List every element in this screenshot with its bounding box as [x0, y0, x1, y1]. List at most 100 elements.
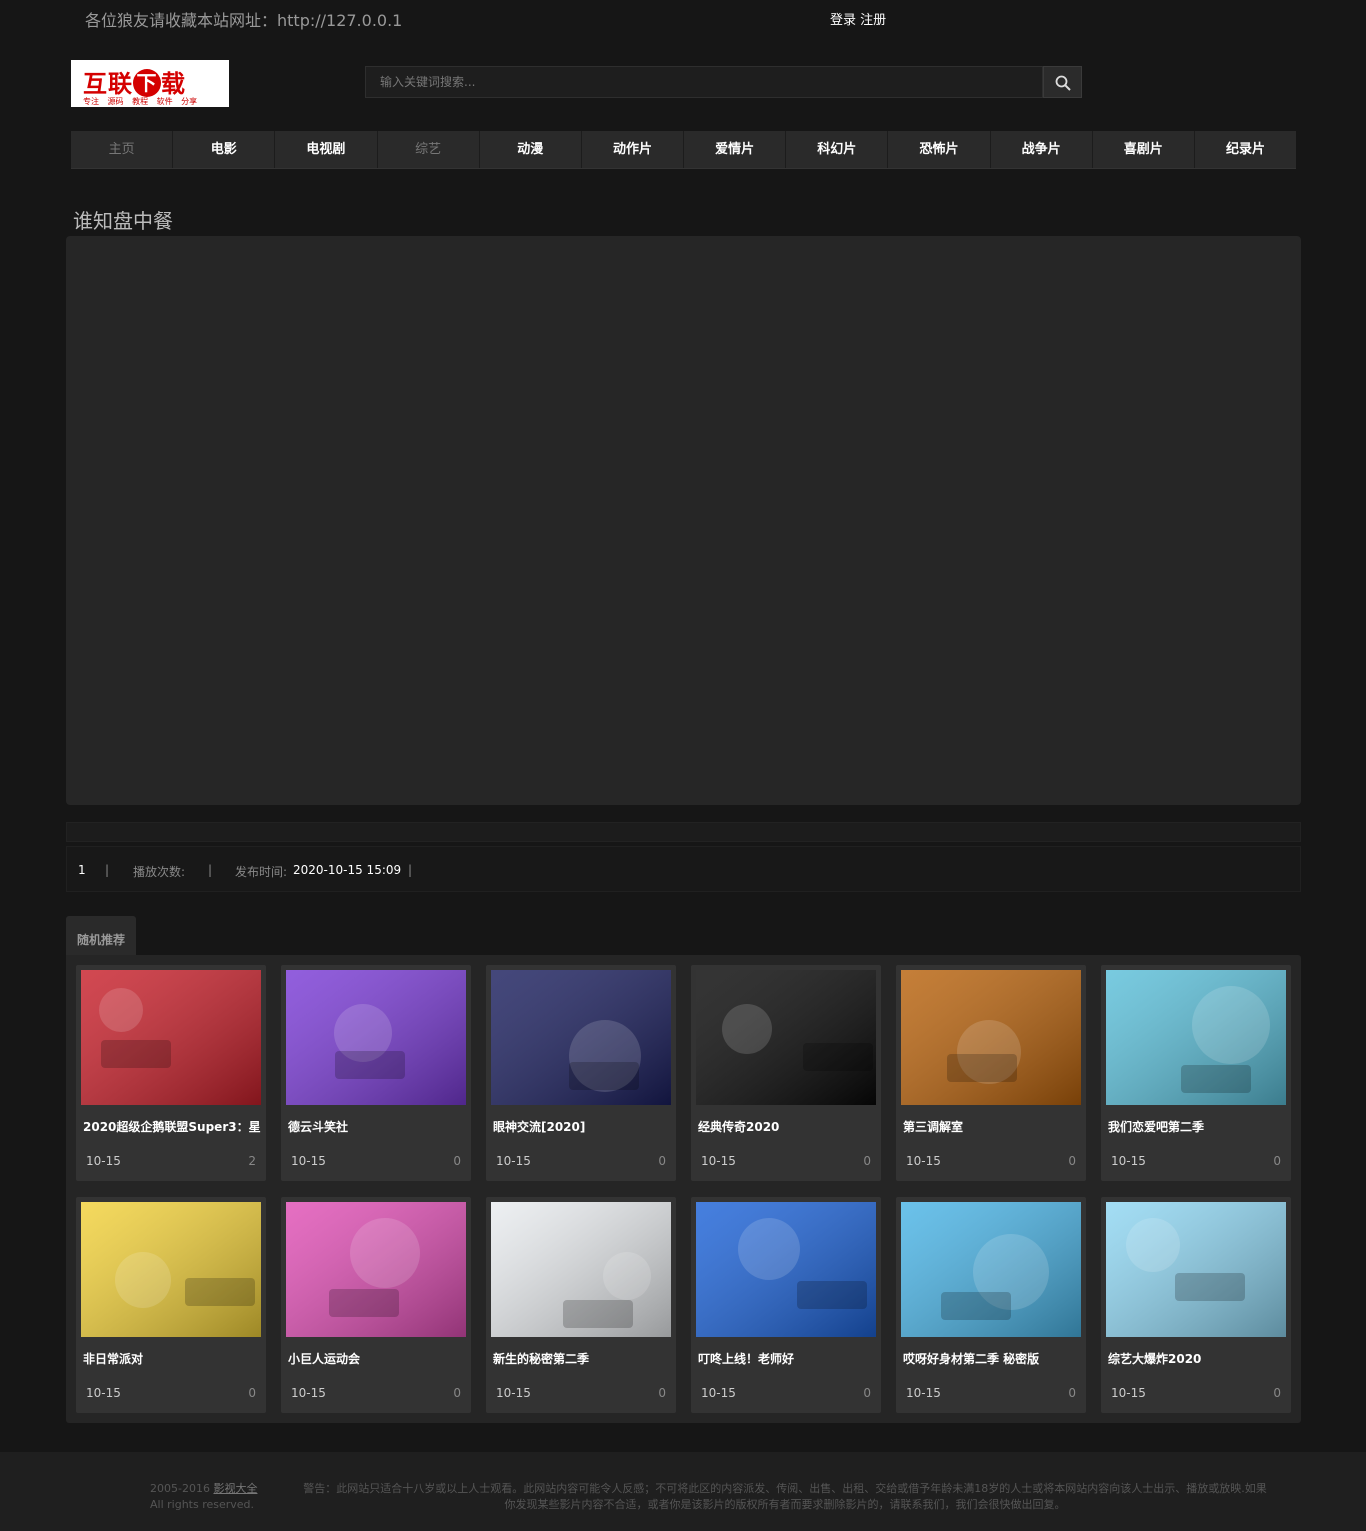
recommend-card[interactable]: 综艺大爆炸2020 10-15 0	[1101, 1197, 1291, 1413]
auth-links: 登录 注册	[830, 9, 886, 28]
register-link[interactable]: 注册	[860, 13, 886, 28]
nav-variety[interactable]: 综艺	[378, 131, 480, 168]
search-bar	[365, 66, 1082, 98]
recommend-card[interactable]: 哎呀好身材第二季 秘密版 10-15 0	[896, 1197, 1086, 1413]
card-title[interactable]: 第三调解室	[903, 1118, 1081, 1135]
card-date: 10-15	[496, 1154, 531, 1168]
recommend-card[interactable]: 第三调解室 10-15 0	[896, 965, 1086, 1181]
recommend-card[interactable]: 经典传奇2020 10-15 0	[691, 965, 881, 1181]
card-title[interactable]: 叮咚上线！老师好	[698, 1350, 876, 1367]
card-date: 10-15	[496, 1386, 531, 1400]
age-warning: 警告：此网站只适合十八岁或以上人士观看。此网站内容可能令人反感；不可将此区的内容…	[303, 1482, 1267, 1511]
site-logo[interactable]: 互联下载 专注 源码 教程 软件 分享	[71, 60, 229, 107]
recommend-card[interactable]: 眼神交流[2020] 10-15 0	[486, 965, 676, 1181]
card-date: 10-15	[86, 1386, 121, 1400]
card-thumbnail[interactable]	[491, 970, 671, 1105]
footer: 2005-2016 影视大全 All rights reserved. 警告：此…	[0, 1452, 1366, 1531]
card-title[interactable]: 德云斗笑社	[288, 1118, 466, 1135]
card-date: 10-15	[1111, 1154, 1146, 1168]
card-thumbnail[interactable]	[286, 1202, 466, 1337]
recommend-card[interactable]: 德云斗笑社 10-15 0	[281, 965, 471, 1181]
recommend-card[interactable]: 非日常派对 10-15 0	[76, 1197, 266, 1413]
recommend-card[interactable]: 叮咚上线！老师好 10-15 0	[691, 1197, 881, 1413]
card-play-count: 0	[248, 1386, 256, 1400]
nav-tv-series[interactable]: 电视剧	[275, 131, 378, 168]
card-thumbnail[interactable]	[696, 970, 876, 1105]
card-play-count: 0	[453, 1154, 461, 1168]
card-date: 10-15	[701, 1154, 736, 1168]
episode-number: 1	[78, 863, 86, 877]
nav-home[interactable]: 主页	[71, 131, 174, 168]
card-date: 10-15	[291, 1154, 326, 1168]
card-play-count: 0	[658, 1386, 666, 1400]
nav-action[interactable]: 动作片	[582, 131, 685, 168]
card-title[interactable]: 2020超级企鹅联盟Super3：星斗	[83, 1118, 261, 1135]
nav-romance[interactable]: 爱情片	[684, 131, 787, 168]
player-controls-bar	[66, 822, 1301, 842]
rights-text: All rights reserved.	[150, 1498, 255, 1511]
publish-time-label: 发布时间:	[235, 865, 288, 879]
publish-time: 2020-10-15 15:09	[293, 863, 402, 877]
card-play-count: 0	[863, 1154, 871, 1168]
card-title[interactable]: 新生的秘密第二季	[493, 1350, 671, 1367]
site-name-link[interactable]: 影视大全	[213, 1482, 257, 1495]
search-button[interactable]	[1043, 66, 1082, 98]
plays-label: 播放次数:	[133, 865, 186, 879]
card-title[interactable]: 经典传奇2020	[698, 1118, 876, 1135]
nav-scifi[interactable]: 科幻片	[786, 131, 889, 168]
recommend-card[interactable]: 新生的秘密第二季 10-15 0	[486, 1197, 676, 1413]
search-icon	[1055, 75, 1071, 91]
search-input[interactable]	[365, 66, 1043, 98]
card-title[interactable]: 综艺大爆炸2020	[1108, 1350, 1286, 1367]
card-title[interactable]: 哎呀好身材第二季 秘密版	[903, 1350, 1081, 1367]
card-play-count: 0	[1273, 1386, 1281, 1400]
card-play-count: 0	[658, 1154, 666, 1168]
logo-tagline: 专注 源码 教程 软件 分享	[83, 97, 198, 106]
card-title[interactable]: 眼神交流[2020]	[493, 1118, 671, 1135]
video-player[interactable]	[66, 236, 1301, 805]
card-play-count: 0	[453, 1386, 461, 1400]
card-thumbnail[interactable]	[901, 970, 1081, 1105]
nav-anime[interactable]: 动漫	[480, 131, 582, 168]
card-date: 10-15	[1111, 1386, 1146, 1400]
card-thumbnail[interactable]	[1106, 970, 1286, 1105]
top-bar: 各位狼友请收藏本站网址：http://127.0.0.1 登录 注册	[0, 0, 1366, 36]
recommend-card[interactable]: 我们恋爱吧第二季 10-15 0	[1101, 965, 1291, 1181]
card-title[interactable]: 非日常派对	[83, 1350, 261, 1367]
card-thumbnail[interactable]	[901, 1202, 1081, 1337]
card-play-count: 0	[1273, 1154, 1281, 1168]
card-thumbnail[interactable]	[491, 1202, 671, 1337]
card-play-count: 0	[1068, 1154, 1076, 1168]
copyright-year: 2005-2016	[150, 1482, 210, 1495]
logo-title: 互联下载	[83, 69, 186, 98]
main-nav: 主页 电影 电视剧 综艺 动漫 动作片 爱情片 科幻片 恐怖片 战争片 喜剧片 …	[71, 131, 1296, 169]
card-thumbnail[interactable]	[81, 1202, 261, 1337]
nav-war[interactable]: 战争片	[991, 131, 1093, 168]
meta-separator: |	[105, 863, 110, 877]
card-title[interactable]: 我们恋爱吧第二季	[1108, 1118, 1286, 1135]
card-title[interactable]: 小巨人运动会	[288, 1350, 466, 1367]
card-date: 10-15	[701, 1386, 736, 1400]
card-date: 10-15	[906, 1386, 941, 1400]
random-recommend-tab[interactable]: 随机推荐	[66, 916, 136, 956]
nav-movies[interactable]: 电影	[173, 131, 276, 168]
nav-horror[interactable]: 恐怖片	[888, 131, 991, 168]
video-meta: 1 | 播放次数: | 发布时间: 2020-10-15 15:09 |	[66, 846, 1301, 892]
recommend-card[interactable]: 小巨人运动会 10-15 0	[281, 1197, 471, 1413]
card-play-count: 2	[248, 1154, 256, 1168]
recommend-panel: 2020超级企鹅联盟Super3：星斗 10-15 2 德云斗笑社 10-15 0 眼神交流…	[66, 955, 1301, 1423]
nav-comedy[interactable]: 喜剧片	[1093, 131, 1195, 168]
meta-separator: |	[408, 863, 413, 877]
card-date: 10-15	[906, 1154, 941, 1168]
login-link[interactable]: 登录	[830, 13, 856, 28]
card-thumbnail[interactable]	[81, 970, 261, 1105]
site-notice: 各位狼友请收藏本站网址：http://127.0.0.1	[85, 11, 403, 30]
card-play-count: 0	[1068, 1386, 1076, 1400]
card-thumbnail[interactable]	[1106, 1202, 1286, 1337]
recommend-card[interactable]: 2020超级企鹅联盟Super3：星斗 10-15 2	[76, 965, 266, 1181]
nav-documentary[interactable]: 纪录片	[1195, 131, 1296, 168]
card-thumbnail[interactable]	[286, 970, 466, 1105]
card-thumbnail[interactable]	[696, 1202, 876, 1337]
meta-separator: |	[208, 863, 213, 877]
card-date: 10-15	[86, 1154, 121, 1168]
